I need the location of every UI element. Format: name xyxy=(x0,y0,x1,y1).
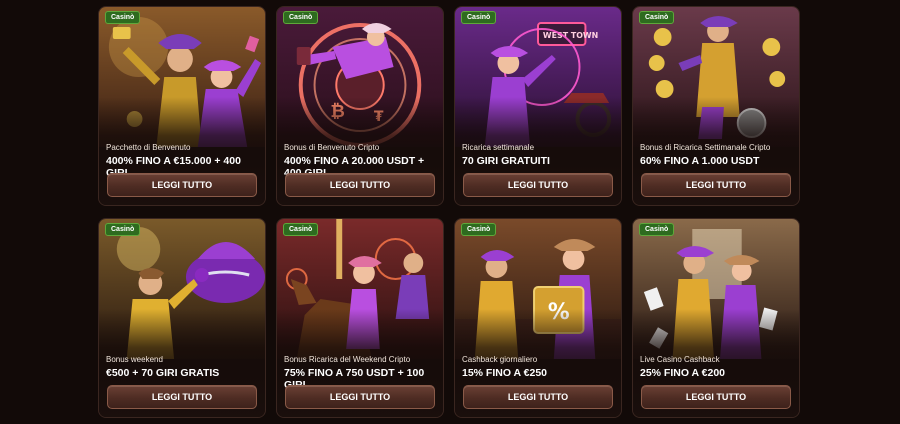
promo-headline: 60% FINO A 1.000 USDT xyxy=(640,155,760,167)
promo-headline: 25% FINO A €200 xyxy=(640,367,726,379)
promo-subtitle: Bonus Ricarica del Weekend Cripto xyxy=(284,355,411,364)
read-more-button[interactable]: LEGGI TUTTO xyxy=(285,173,435,197)
card-text: Bonus weekend €500 + 70 GIRI GRATIS xyxy=(106,355,259,379)
read-more-button[interactable]: LEGGI TUTTO xyxy=(463,173,613,197)
promo-card-weekly-reload[interactable]: WEST TOWN Casinò Ricarica settimanale 70… xyxy=(454,6,622,206)
promo-subtitle: Bonus di Benvenuto Cripto xyxy=(284,143,380,152)
promo-subtitle: Live Casino Cashback xyxy=(640,355,720,364)
casino-badge: Casinò xyxy=(105,223,141,236)
promo-card-welcome-package[interactable]: Casinò Pacchetto di Benvenuto 400% FINO … xyxy=(98,6,266,206)
promotions-grid: Casinò Pacchetto di Benvenuto 400% FINO … xyxy=(98,6,802,418)
promo-card-crypto-weekend-reload[interactable]: Casinò Bonus Ricarica del Weekend Cripto… xyxy=(276,218,444,418)
casino-badge: Casinò xyxy=(283,223,319,236)
promo-headline: 15% FINO A €250 xyxy=(462,367,548,379)
read-more-button[interactable]: LEGGI TUTTO xyxy=(107,173,257,197)
casino-badge: Casinò xyxy=(461,223,497,236)
card-text: Cashback giornaliero 15% FINO A €250 xyxy=(462,355,615,379)
promo-subtitle: Ricarica settimanale xyxy=(462,143,535,152)
read-more-button[interactable]: LEGGI TUTTO xyxy=(641,173,791,197)
read-more-button[interactable]: LEGGI TUTTO xyxy=(641,385,791,409)
neon-sign-text: WEST TOWN xyxy=(543,31,598,40)
casino-badge: Casinò xyxy=(639,223,675,236)
promo-card-crypto-weekly-reload[interactable]: Casinò Bonus di Ricarica Settimanale Cri… xyxy=(632,6,800,206)
promo-headline: 70 GIRI GRATUITI xyxy=(462,155,550,167)
card-text: Live Casino Cashback 25% FINO A €200 xyxy=(640,355,793,379)
promo-subtitle: Bonus weekend xyxy=(106,355,163,364)
promo-card-crypto-welcome[interactable]: ₿ ₮ Casinò Bonus di Benvenuto Cripto 400… xyxy=(276,6,444,206)
casino-badge: Casinò xyxy=(461,11,497,24)
promo-card-live-casino-cashback[interactable]: Casinò Live Casino Cashback 25% FINO A €… xyxy=(632,218,800,418)
promo-card-weekend-bonus[interactable]: Casinò Bonus weekend €500 + 70 GIRI GRAT… xyxy=(98,218,266,418)
promo-subtitle: Pacchetto di Benvenuto xyxy=(106,143,191,152)
read-more-button[interactable]: LEGGI TUTTO xyxy=(107,385,257,409)
read-more-button[interactable]: LEGGI TUTTO xyxy=(285,385,435,409)
promo-card-daily-cashback[interactable]: % Casinò Cashback giornaliero 15% FINO A… xyxy=(454,218,622,418)
casino-badge: Casinò xyxy=(283,11,319,24)
promo-headline: €500 + 70 GIRI GRATIS xyxy=(106,367,220,379)
read-more-button[interactable]: LEGGI TUTTO xyxy=(463,385,613,409)
promo-subtitle: Cashback giornaliero xyxy=(462,355,538,364)
casino-badge: Casinò xyxy=(105,11,141,24)
casino-badge: Casinò xyxy=(639,11,675,24)
card-text: Ricarica settimanale 70 GIRI GRATUITI xyxy=(462,143,615,167)
promo-subtitle: Bonus di Ricarica Settimanale Cripto xyxy=(640,143,771,152)
card-text: Bonus di Ricarica Settimanale Cripto 60%… xyxy=(640,143,793,167)
